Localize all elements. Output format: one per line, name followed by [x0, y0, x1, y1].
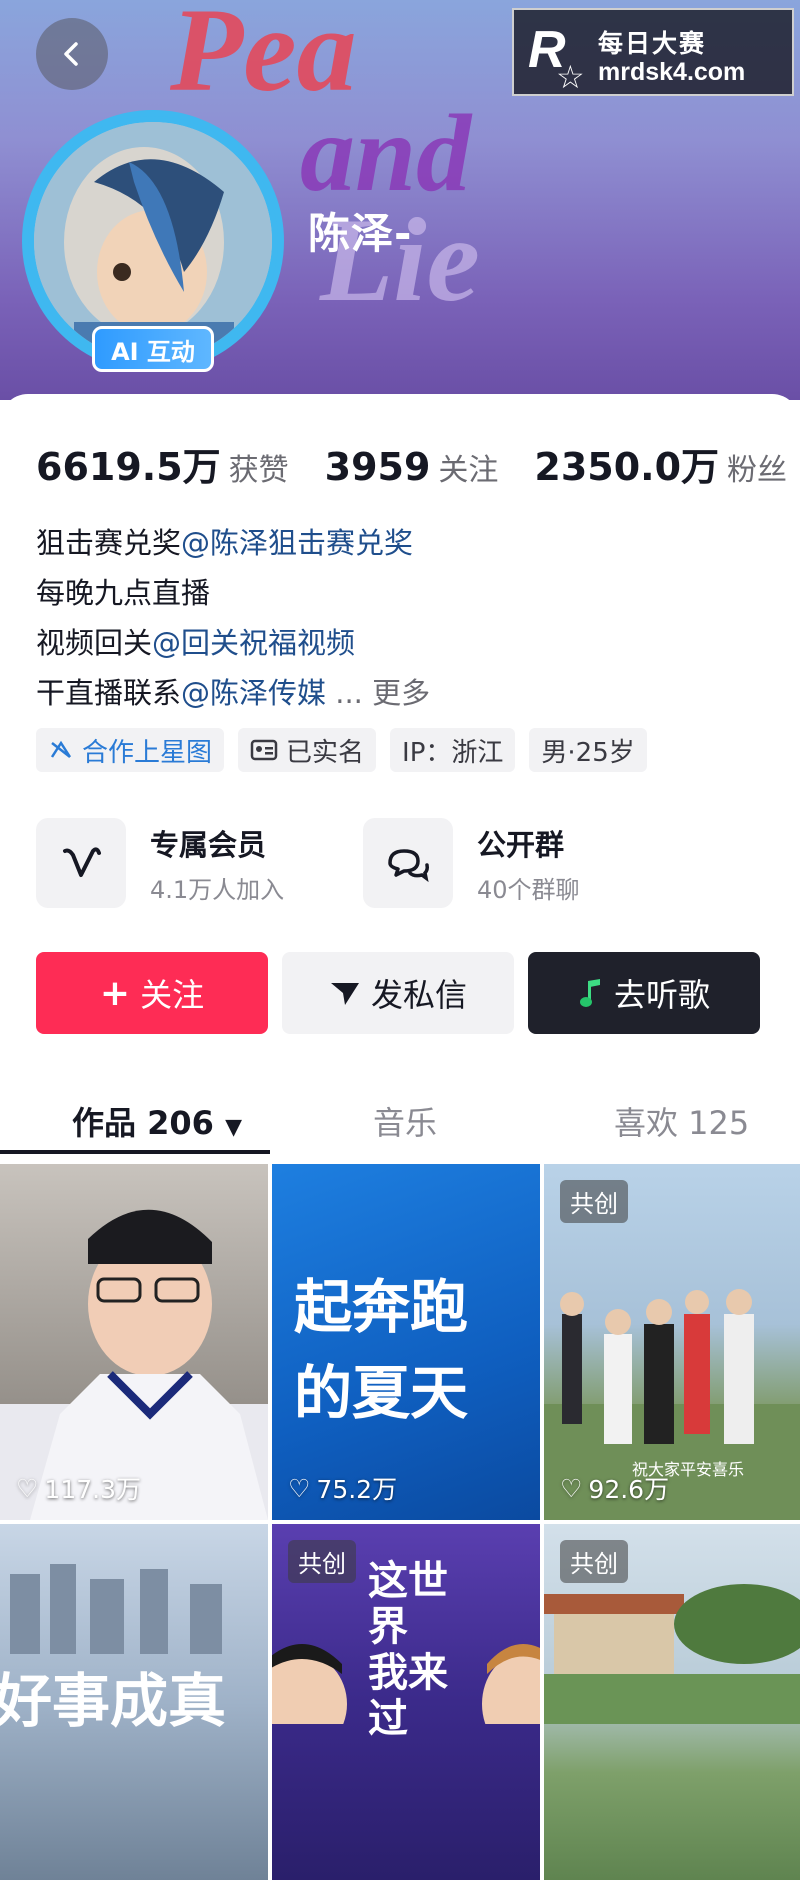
member-title: 专属会员 — [150, 827, 267, 862]
video-likes-count: 92.6万 — [588, 1475, 670, 1504]
action-buttons: + 关注 发私信 去听歌 — [36, 952, 760, 1034]
video-likes-count: 75.2万 — [316, 1475, 398, 1504]
plus-icon: + — [99, 972, 131, 1014]
follow-label: 关注 — [140, 976, 205, 1014]
message-label: 发私信 — [370, 976, 467, 1014]
message-button[interactable]: 发私信 — [282, 952, 514, 1034]
bio: 狙击赛兑奖@陈泽狙击赛兑奖 每晚九点直播 视频回关@回关祝福视频 干直播联系@陈… — [36, 518, 430, 718]
caret-down-icon: ▼ — [225, 1115, 243, 1140]
feature-entries: 专属会员 4.1万人加入 公开群 40个群聊 — [36, 818, 776, 910]
heart-icon: ♡ — [288, 1473, 311, 1503]
id-card-icon — [250, 739, 278, 761]
tag-ip: IP：浙江 — [390, 728, 516, 772]
video-thumbnail[interactable]: 共创 这世界 我来过 — [272, 1524, 540, 1880]
tag-label: 男·25岁 — [541, 737, 635, 768]
tab-works[interactable]: 作品 206 ▼ — [72, 1098, 242, 1144]
video-cover — [0, 1209, 268, 1520]
bio-text: 干直播联系 — [36, 676, 182, 710]
tag-label: 已实名 — [286, 737, 365, 768]
heart-icon: ♡ — [560, 1473, 583, 1503]
bio-more-link[interactable]: 更多 — [372, 676, 430, 710]
music-note-icon — [579, 979, 600, 1007]
exclusive-member-entry[interactable]: 专属会员 4.1万人加入 — [36, 818, 284, 908]
follow-button[interactable]: + 关注 — [36, 952, 268, 1034]
video-grid: ♡ 117.3万 起奔跑 的夏天 ♡ 75.2万 共创 祝大家平安喜乐 ♡ 92… — [0, 1164, 800, 1880]
watermark-title: 每日大赛 — [598, 29, 707, 58]
bio-text: 视频回关 — [36, 626, 153, 660]
tab-works-label: 作品 206 — [72, 1104, 214, 1142]
chat-group-icon — [363, 818, 453, 908]
video-thumbnail[interactable]: 好事成真 — [0, 1524, 268, 1880]
watermark: R ☆ 每日大赛 mrdsk4.com — [512, 8, 794, 96]
bio-text: 狙击赛兑奖 — [36, 526, 182, 560]
tag-label: IP：浙江 — [402, 737, 504, 768]
star-icon: ☆ — [556, 58, 585, 96]
send-icon — [330, 983, 359, 1005]
bio-mention-link[interactable]: @陈泽狙击赛兑奖 — [181, 526, 413, 560]
group-subtitle: 40个群聊 — [477, 875, 580, 904]
bio-mention-link[interactable]: @陈泽传媒 — [181, 676, 326, 710]
profile-tags: 合作上星图 已实名 IP：浙江 男·25岁 — [36, 728, 647, 772]
ai-interact-badge[interactable]: AI 互动 — [92, 326, 214, 372]
back-button[interactable] — [36, 18, 108, 90]
tab-likes-label: 喜欢 125 — [614, 1104, 750, 1142]
member-subtitle: 4.1万人加入 — [150, 875, 285, 904]
video-thumbnail[interactable]: ♡ 117.3万 — [0, 1164, 268, 1520]
tab-likes[interactable]: 喜欢 125 — [614, 1098, 749, 1144]
content-tabs: 作品 206 ▼ 音乐 喜欢 125 — [0, 1084, 800, 1156]
video-thumbnail[interactable]: 共创 — [544, 1524, 800, 1880]
song-label: 去听歌 — [613, 976, 710, 1014]
profile-banner: Pea and Lie R ☆ 每日大赛 mrdsk4.com AI 互动 陈泽… — [0, 0, 800, 400]
username: 陈泽- — [308, 209, 413, 258]
likes-label: 获赞 — [228, 453, 289, 488]
video-thumbnail[interactable]: 共创 祝大家平安喜乐 ♡ 92.6万 — [544, 1164, 800, 1520]
public-group-entry[interactable]: 公开群 40个群聊 — [363, 818, 580, 908]
bio-mention-link[interactable]: @回关祝福视频 — [152, 626, 355, 660]
followers-label: 粉丝 — [727, 453, 788, 488]
video-cover-text: 好事成真 — [0, 1667, 227, 1735]
profile-stats: 6619.5万 获赞 3959 关注 2350.0万 粉丝 — [36, 436, 787, 491]
video-thumbnail[interactable]: 起奔跑 的夏天 ♡ 75.2万 — [272, 1164, 540, 1520]
listen-song-button[interactable]: 去听歌 — [528, 952, 760, 1034]
co-creation-badge: 共创 — [560, 1180, 628, 1223]
tag-verified[interactable]: 已实名 — [238, 728, 377, 772]
tag-gender-age: 男·25岁 — [529, 728, 647, 772]
watermark-domain: mrdsk4.com — [598, 58, 746, 86]
tab-music[interactable]: 音乐 — [373, 1098, 437, 1144]
tab-music-label: 音乐 — [373, 1104, 438, 1142]
video-likes: ♡ 92.6万 — [560, 1470, 669, 1506]
bio-ellipsis: ... — [335, 676, 363, 710]
likes-count[interactable]: 6619.5万 — [36, 436, 221, 491]
heart-icon: ♡ — [16, 1473, 39, 1503]
avatar-image — [34, 122, 272, 360]
co-creation-badge: 共创 — [288, 1540, 356, 1583]
video-likes: ♡ 117.3万 — [16, 1470, 141, 1506]
star-map-icon — [50, 740, 72, 758]
video-likes: ♡ 75.2万 — [288, 1470, 397, 1506]
tag-label: 合作上星图 — [82, 737, 213, 768]
chevron-left-icon — [64, 42, 78, 66]
followers-count[interactable]: 2350.0万 — [534, 436, 719, 491]
following-count[interactable]: 3959 — [325, 445, 431, 489]
active-tab-indicator — [0, 1150, 270, 1154]
video-cover-text: 这世界 我来过 — [368, 1557, 448, 1742]
tag-star-map[interactable]: 合作上星图 — [36, 728, 225, 772]
following-label: 关注 — [438, 453, 499, 488]
group-title: 公开群 — [477, 827, 565, 862]
video-cover-text: 起奔跑 的夏天 — [294, 1273, 469, 1427]
member-v-icon — [36, 818, 126, 908]
co-creation-badge: 共创 — [560, 1540, 628, 1583]
bio-text: 每晚九点直播 — [36, 576, 211, 610]
video-likes-count: 117.3万 — [44, 1475, 141, 1504]
